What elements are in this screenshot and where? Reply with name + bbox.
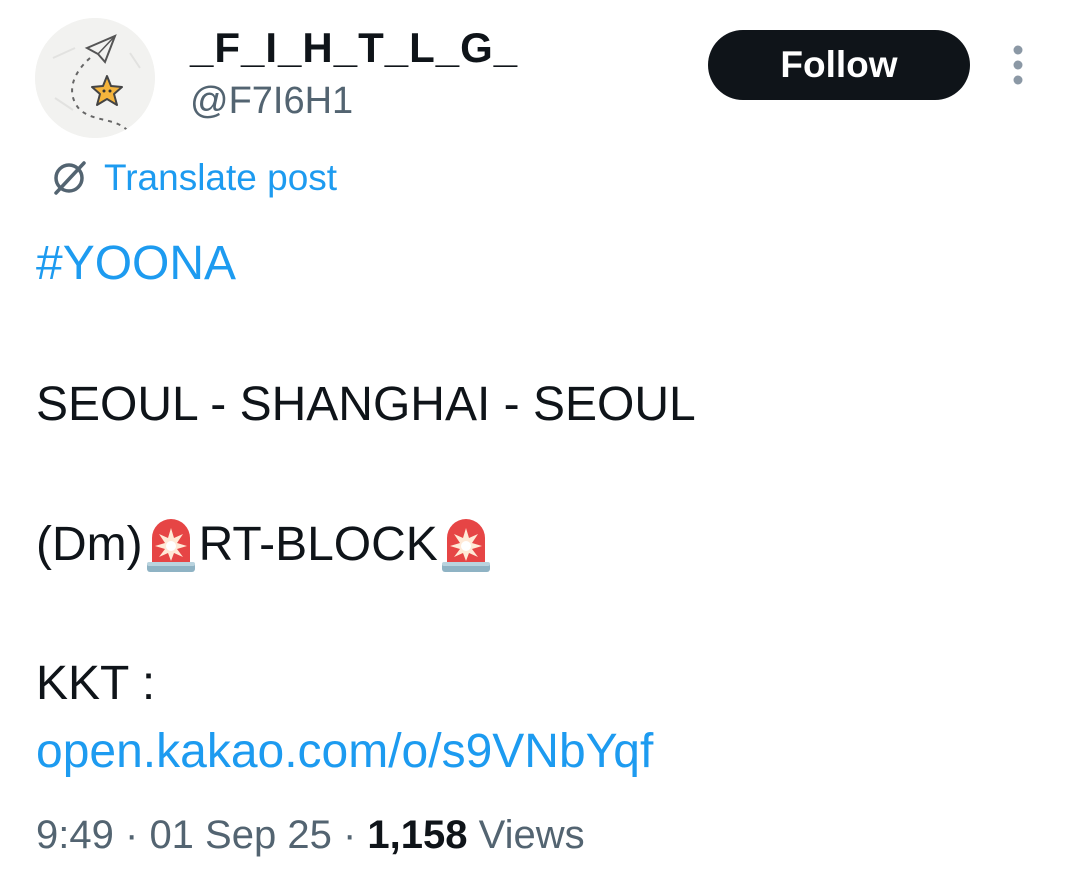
translate-post-label: Translate post <box>104 157 338 198</box>
follow-button[interactable]: Follow <box>708 30 970 100</box>
views-label: Views <box>478 813 585 857</box>
views-count: 1,158 <box>367 813 468 857</box>
meta-separator: · <box>342 813 357 857</box>
user-handle[interactable]: @F7I6H1 <box>190 80 353 123</box>
hashtag-link[interactable]: #YOONA <box>36 236 236 292</box>
translate-post-link[interactable]: Translate post <box>46 155 337 201</box>
post-time[interactable]: 9:49 <box>36 813 114 857</box>
post-card: _F_I_H_T_L_G_ @F7I6H1 Follow Translate p… <box>0 0 1079 892</box>
post-text-dm-line: (Dm) RT-BLOCK <box>36 516 494 574</box>
police-light-icon <box>441 519 490 572</box>
post-date[interactable]: 01 Sep 25 <box>149 813 331 857</box>
kakao-link[interactable]: open.kakao.com/o/s9VNbYqf <box>36 724 653 780</box>
more-options-button[interactable] <box>1000 44 1036 88</box>
meta-separator: · <box>124 813 139 857</box>
post-meta: 9:49 · 01 Sep 25 · 1,158 Views <box>36 810 585 860</box>
avatar[interactable] <box>35 18 155 138</box>
display-name[interactable]: _F_I_H_T_L_G_ <box>190 24 518 72</box>
globe-slash-icon <box>54 161 86 195</box>
more-vertical-icon <box>1013 45 1023 85</box>
paper-plane-star-avatar <box>35 18 155 138</box>
post-text-kkt-label: KKT : <box>36 657 156 710</box>
dm-prefix-text: (Dm) <box>36 518 143 571</box>
dm-middle-text: RT-BLOCK <box>198 518 438 571</box>
post-text-route: SEOUL - SHANGHAI - SEOUL <box>36 378 696 431</box>
police-light-icon <box>146 519 195 572</box>
